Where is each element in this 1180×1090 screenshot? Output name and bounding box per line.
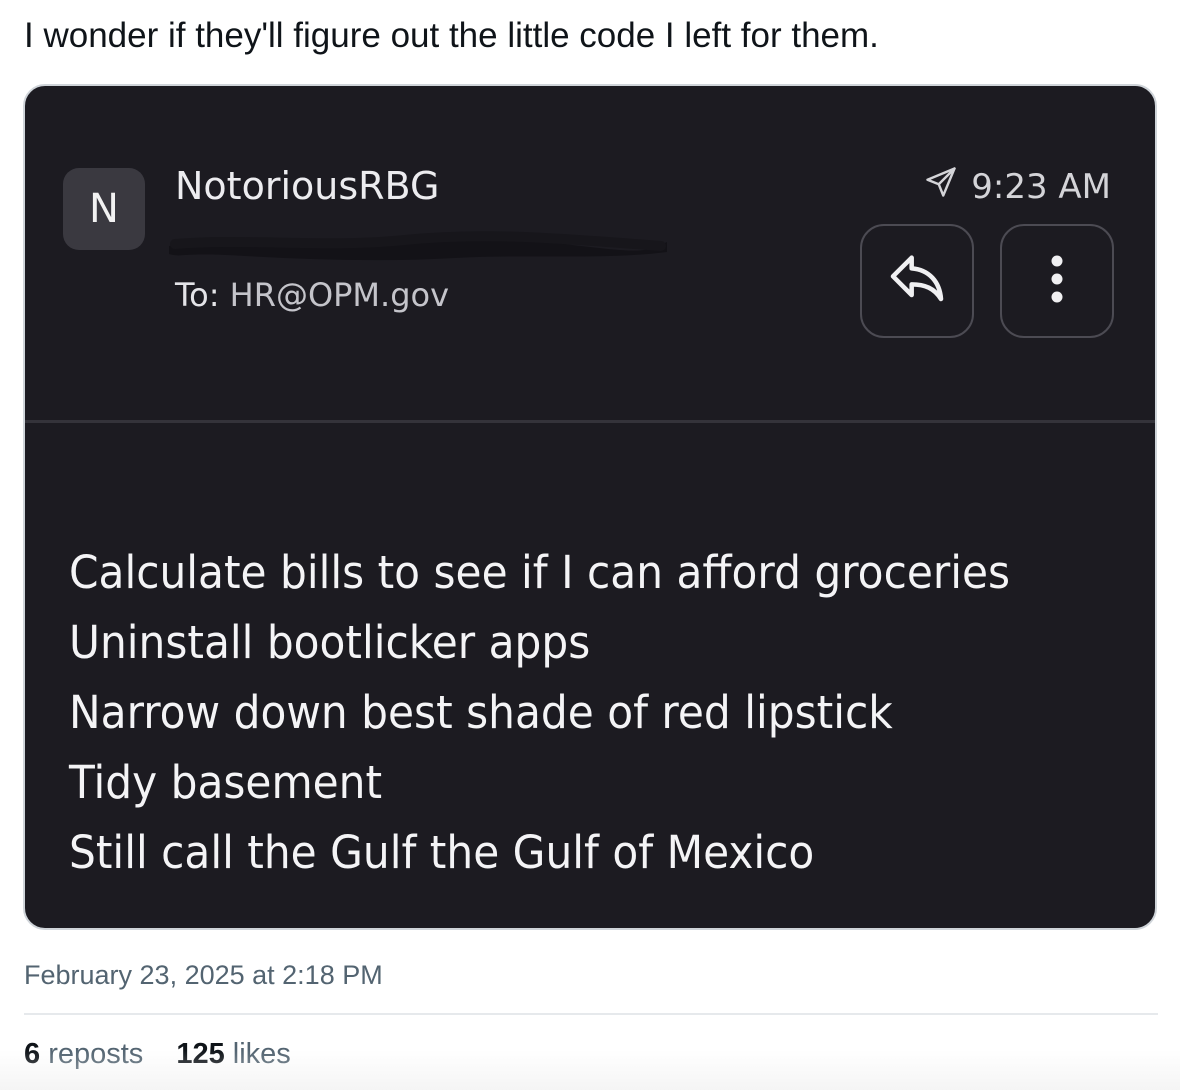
likes-label: likes <box>232 1038 291 1070</box>
email-body-line: Uninstall bootlicker apps <box>69 616 591 669</box>
email-body-line: Calculate bills to see if I can afford g… <box>69 546 1011 599</box>
reply-arrow-icon <box>885 247 949 316</box>
avatar-letter: N <box>89 186 119 232</box>
sender-avatar: N <box>63 168 145 250</box>
vertical-dots-icon <box>1047 253 1067 310</box>
reposts-count: 6 <box>24 1038 41 1070</box>
redaction-scribble <box>169 231 667 261</box>
email-body-line: Narrow down best shade of red lipstick <box>69 686 893 739</box>
to-label: To: <box>175 276 220 314</box>
reply-button[interactable] <box>860 224 974 338</box>
recipient-line: To: HR@OPM.gov <box>175 276 449 314</box>
reposts-label: reposts <box>48 1038 144 1070</box>
sender-name: NotoriousRBG <box>175 164 440 208</box>
sent-time: 9:23 AM <box>923 164 1111 209</box>
likes-link[interactable]: 125 likes <box>176 1038 290 1071</box>
likes-count: 125 <box>176 1038 225 1070</box>
post-text: I wonder if they'll figure out the littl… <box>24 16 879 55</box>
reposts-link[interactable]: 6 reposts <box>24 1038 143 1071</box>
email-body-line: Tidy basement <box>69 756 383 809</box>
email-body-line: Still call the Gulf the Gulf of Mexico <box>69 826 815 879</box>
post-timestamp[interactable]: February 23, 2025 at 2:18 PM <box>24 960 383 991</box>
stats-divider <box>24 1013 1158 1015</box>
engagement-stats: 6 reposts 125 likes <box>24 1038 291 1071</box>
time-label: 9:23 AM <box>971 166 1111 207</box>
email-body: Calculate bills to see if I can afford g… <box>69 538 1070 888</box>
more-options-button[interactable] <box>1000 224 1114 338</box>
email-screenshot-image[interactable]: N NotoriousRBG To: HR@OPM.gov 9:23 AM Ca… <box>23 84 1157 930</box>
recipient-address: HR@OPM.gov <box>229 276 450 314</box>
paper-plane-icon <box>923 164 959 209</box>
header-divider <box>25 420 1155 423</box>
